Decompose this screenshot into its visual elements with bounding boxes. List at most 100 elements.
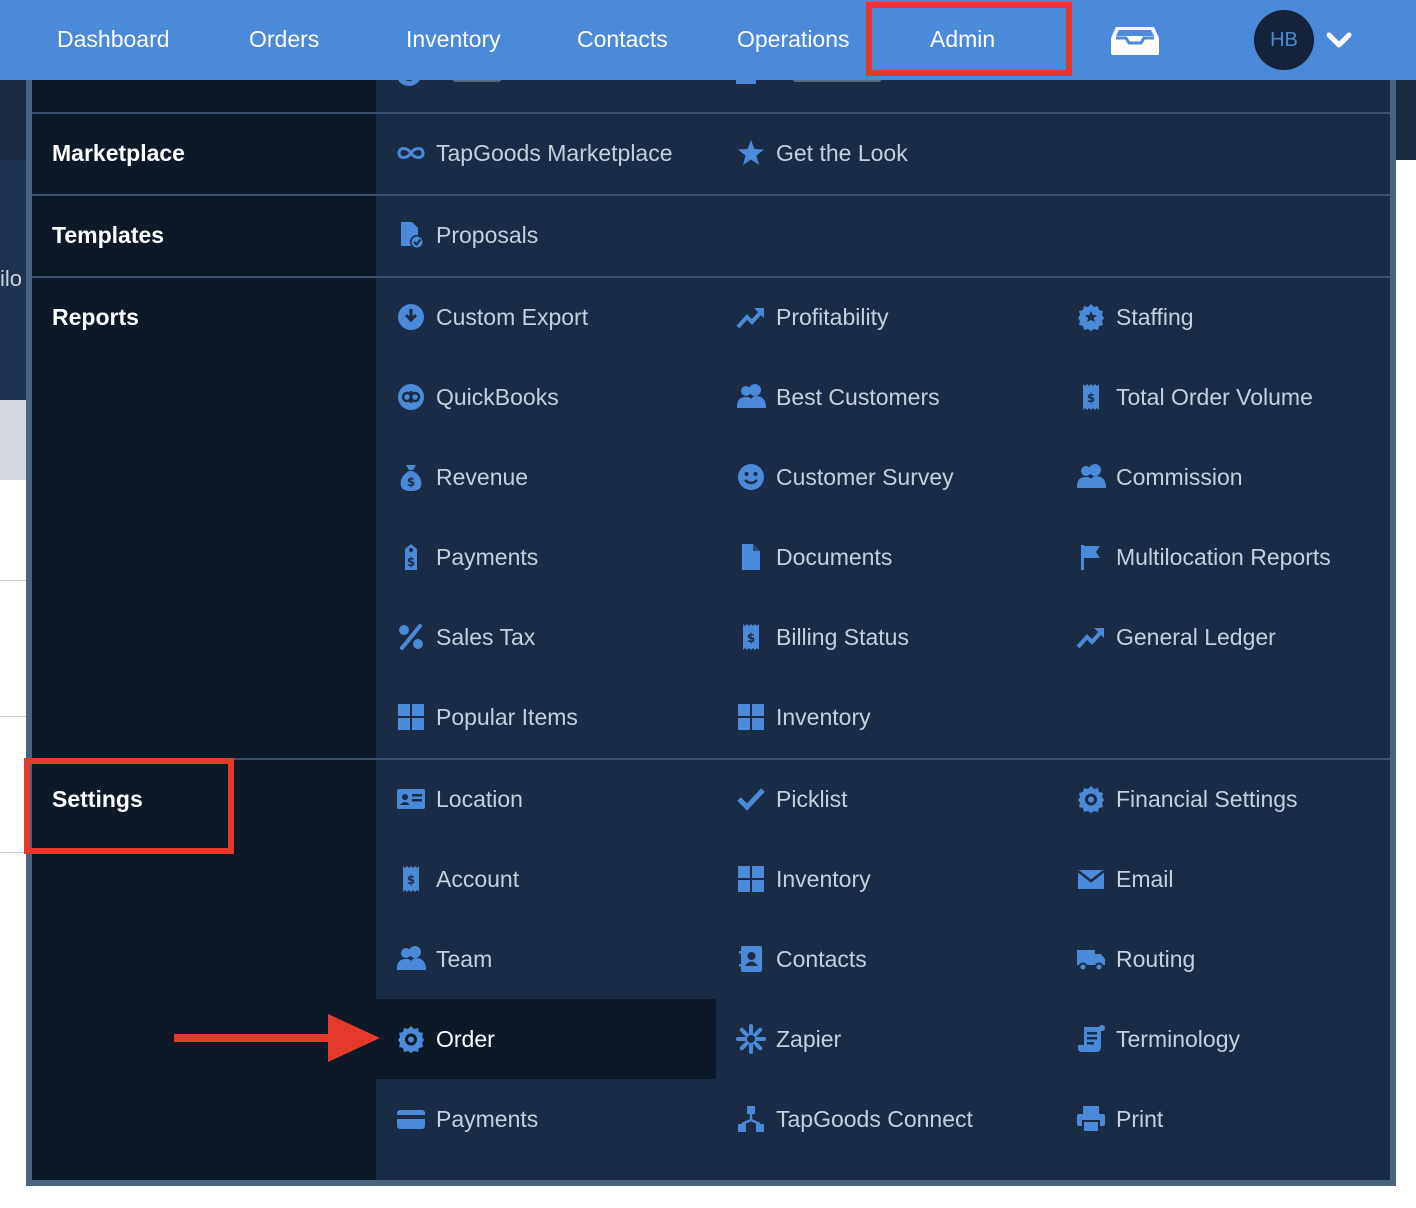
inbox-icon[interactable] xyxy=(1110,24,1160,56)
background-divider xyxy=(0,852,26,853)
menu-item-total-order-volume[interactable]: $ Total Order Volume xyxy=(1056,357,1390,437)
menu-item-label: Contacts xyxy=(776,945,867,972)
background-partial-text: ilo xyxy=(0,266,23,291)
menu-item-label: Proposals xyxy=(436,221,539,248)
trend-up-icon xyxy=(736,302,766,332)
menu-item-documents[interactable]: Documents xyxy=(716,517,1056,597)
percent-icon xyxy=(396,622,426,652)
menu-item-proposals[interactable]: Proposals xyxy=(376,195,716,275)
menu-item-label: Popular Items xyxy=(436,703,578,730)
printer-icon xyxy=(1076,1104,1106,1134)
quickbooks-icon xyxy=(396,382,426,412)
admin-highlight-box xyxy=(866,2,1072,76)
menu-item-zapier[interactable]: Zapier xyxy=(716,999,1056,1079)
menu-item-tapgoods-connect[interactable]: TapGoods Connect xyxy=(716,1079,1056,1159)
menu-item-label: Commission xyxy=(1116,463,1243,490)
menu-item-staffing[interactable]: Staffing xyxy=(1056,277,1390,357)
nav-operations[interactable]: Operations xyxy=(737,0,850,80)
svg-text:$: $ xyxy=(407,873,415,887)
menu-item-picklist[interactable]: Picklist xyxy=(716,759,1056,839)
credit-card-icon xyxy=(396,1104,426,1134)
menu-item-label: Location xyxy=(436,785,523,812)
arrow-pointer-icon xyxy=(174,1014,380,1062)
menu-item-account[interactable]: $ Account xyxy=(376,839,716,919)
menu-item-multilocation-reports[interactable]: Multilocation Reports xyxy=(1056,517,1390,597)
menu-item-tapgoods-marketplace[interactable]: TapGoods Marketplace xyxy=(376,113,716,193)
menu-item-label: Staffing xyxy=(1116,303,1194,330)
menu-item-print[interactable]: Print xyxy=(1056,1079,1390,1159)
trend-up-icon xyxy=(1076,622,1106,652)
menu-item-custom-export[interactable]: Custom Export xyxy=(376,277,716,357)
receipt-icon: $ xyxy=(1076,382,1106,412)
menu-item-quickbooks[interactable]: QuickBooks xyxy=(376,357,716,437)
menu-item-label: Customer Survey xyxy=(776,463,954,490)
menu-item-label: Payments xyxy=(436,543,539,570)
nav-inventory[interactable]: Inventory xyxy=(406,0,501,80)
gear-badge-icon xyxy=(396,1024,426,1054)
nav-orders[interactable]: Orders xyxy=(249,0,319,80)
menu-item-label: Billing Status xyxy=(776,623,909,650)
nav-dashboard[interactable]: Dashboard xyxy=(57,0,170,80)
grid-icon xyxy=(736,864,766,894)
menu-item-label: Picklist xyxy=(776,785,848,812)
menu-item-report-payments[interactable]: $ Payments xyxy=(376,517,716,597)
users-icon xyxy=(1076,462,1106,492)
menu-item-routing[interactable]: Routing xyxy=(1056,919,1390,999)
menu-item-team[interactable]: Team xyxy=(376,919,716,999)
user-avatar[interactable]: HB xyxy=(1254,10,1314,70)
menu-item-best-customers[interactable]: Best Customers xyxy=(716,357,1056,437)
asterisk-icon xyxy=(736,1024,766,1054)
svg-text:$: $ xyxy=(747,631,755,645)
menu-item-customer-survey[interactable]: Customer Survey xyxy=(716,437,1056,517)
menu-item-revenue[interactable]: $ Revenue xyxy=(376,437,716,517)
price-tag-icon: $ xyxy=(396,542,426,572)
menu-item-location[interactable]: Location xyxy=(376,759,716,839)
menu-item-order[interactable]: Order xyxy=(376,999,716,1079)
category-marketplace: Marketplace xyxy=(52,140,185,166)
star-icon xyxy=(736,138,766,168)
menu-item-profitability[interactable]: Profitability xyxy=(716,277,1056,357)
background-divider xyxy=(0,716,26,717)
contact-book-icon xyxy=(736,944,766,974)
envelope-icon xyxy=(1076,864,1106,894)
menu-item-label: Zapier xyxy=(776,1025,842,1052)
file-check-icon xyxy=(396,220,426,250)
menu-item-terminology[interactable]: Terminology xyxy=(1056,999,1390,1079)
scroll-icon xyxy=(1076,1024,1106,1054)
menu-item-popular-items[interactable]: Popular Items xyxy=(376,677,716,757)
menu-item-label: Revenue xyxy=(436,463,529,490)
menu-item-contacts[interactable]: Contacts xyxy=(716,919,1056,999)
menu-item-label: Sales Tax xyxy=(436,623,536,650)
menu-item-sales-tax[interactable]: Sales Tax xyxy=(376,597,716,677)
category-reports: Reports xyxy=(52,304,139,330)
menu-item-get-the-look[interactable]: Get the Look xyxy=(716,113,1056,193)
menu-item-settings-payments[interactable]: Payments xyxy=(376,1079,716,1159)
menu-item-label: Financial Settings xyxy=(1116,785,1298,812)
menu-item-label: General Ledger xyxy=(1116,623,1276,650)
background-divider xyxy=(0,580,26,581)
menu-item-label: TapGoods Connect xyxy=(776,1105,973,1132)
users-icon xyxy=(396,944,426,974)
menu-item-label: Get the Look xyxy=(776,139,908,166)
background-table-header xyxy=(0,400,26,480)
menu-item-general-ledger[interactable]: General Ledger xyxy=(1056,597,1390,677)
menu-item-label: Best Customers xyxy=(776,383,940,410)
truck-icon xyxy=(1076,944,1106,974)
menu-item-label: Multilocation Reports xyxy=(1116,543,1331,570)
id-card-icon xyxy=(396,784,426,814)
menu-item-label: Inventory xyxy=(776,703,871,730)
menu-item-commission[interactable]: Commission xyxy=(1056,437,1390,517)
menu-item-report-inventory[interactable]: Inventory xyxy=(716,677,1056,757)
chevron-down-icon[interactable] xyxy=(1325,26,1353,54)
gear-badge-icon xyxy=(1076,784,1106,814)
menu-item-financial-settings[interactable]: Financial Settings xyxy=(1056,759,1390,839)
menu-item-label: Inventory xyxy=(776,865,871,892)
menu-item-label: Team xyxy=(436,945,493,972)
svg-text:$: $ xyxy=(407,555,415,569)
menu-item-email[interactable]: Email xyxy=(1056,839,1390,919)
menu-item-settings-inventory[interactable]: Inventory xyxy=(716,839,1056,919)
nav-contacts[interactable]: Contacts xyxy=(577,0,668,80)
menu-item-label: Account xyxy=(436,865,520,892)
menu-item-label: QuickBooks xyxy=(436,383,559,410)
menu-item-billing-status[interactable]: $ Billing Status xyxy=(716,597,1056,677)
